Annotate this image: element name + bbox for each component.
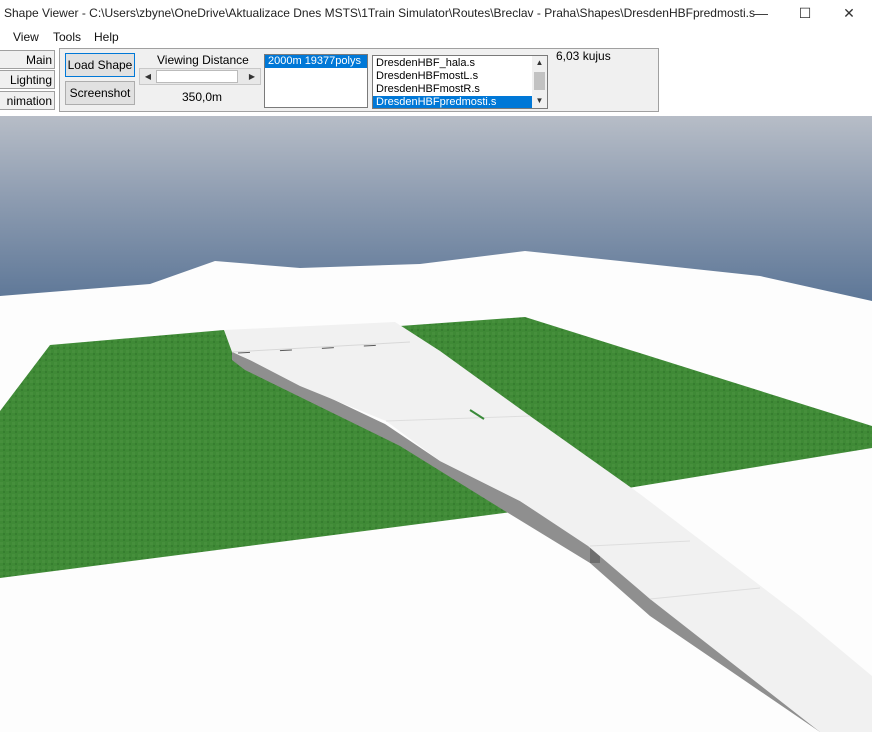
scroll-right-icon[interactable]: ▶ [244, 69, 260, 84]
viewing-distance-slider[interactable]: ◀ ▶ [139, 68, 261, 85]
viewing-distance-label: Viewing Distance [157, 53, 249, 67]
minimize-button[interactable]: — [738, 0, 784, 26]
list-item-selected[interactable]: DresdenHBFpredmosti.s [373, 96, 547, 108]
tab-animation[interactable]: nimation [0, 91, 55, 110]
tab-main[interactable]: Main [0, 50, 55, 69]
menu-help[interactable]: Help [94, 30, 119, 44]
load-shape-button[interactable]: Load Shape [65, 53, 135, 77]
menu-bar: View Tools Help [0, 28, 872, 48]
scroll-down-icon[interactable]: ▼ [532, 94, 547, 108]
fps-readout: 6,03 kujus [556, 49, 611, 63]
3d-viewport[interactable] [0, 116, 872, 732]
close-button[interactable]: ✕ [826, 0, 872, 26]
list-item[interactable]: DresdenHBFmostR.s [373, 83, 547, 96]
screenshot-button[interactable]: Screenshot [65, 81, 135, 105]
scroll-up-icon[interactable]: ▲ [532, 56, 547, 70]
scroll-left-icon[interactable]: ◀ [140, 69, 156, 84]
lod-list[interactable]: 2000m 19377polys [264, 54, 368, 108]
viewing-distance-value: 350,0m [182, 90, 223, 104]
maximize-button[interactable]: ☐ [782, 0, 828, 26]
window-title: Shape Viewer - C:\Users\zbyne\OneDrive\A… [4, 6, 755, 20]
menu-view[interactable]: View [13, 30, 39, 44]
shape-list[interactable]: DresdenHBF_hala.s DresdenHBFmostL.s Dres… [372, 55, 548, 109]
list-item[interactable]: 2000m 19377polys [265, 55, 367, 68]
list-item[interactable]: DresdenHBF_hala.s [373, 57, 547, 70]
slider-thumb[interactable] [156, 70, 238, 83]
shape-list-scrollbar[interactable]: ▲ ▼ [532, 56, 547, 108]
title-bar: Shape Viewer - C:\Users\zbyne\OneDrive\A… [0, 0, 872, 26]
scroll-thumb[interactable] [534, 72, 545, 90]
scene-render [0, 116, 872, 732]
tab-lighting[interactable]: Lighting [0, 70, 55, 89]
menu-tools[interactable]: Tools [53, 30, 81, 44]
list-item[interactable]: DresdenHBFmostL.s [373, 70, 547, 83]
